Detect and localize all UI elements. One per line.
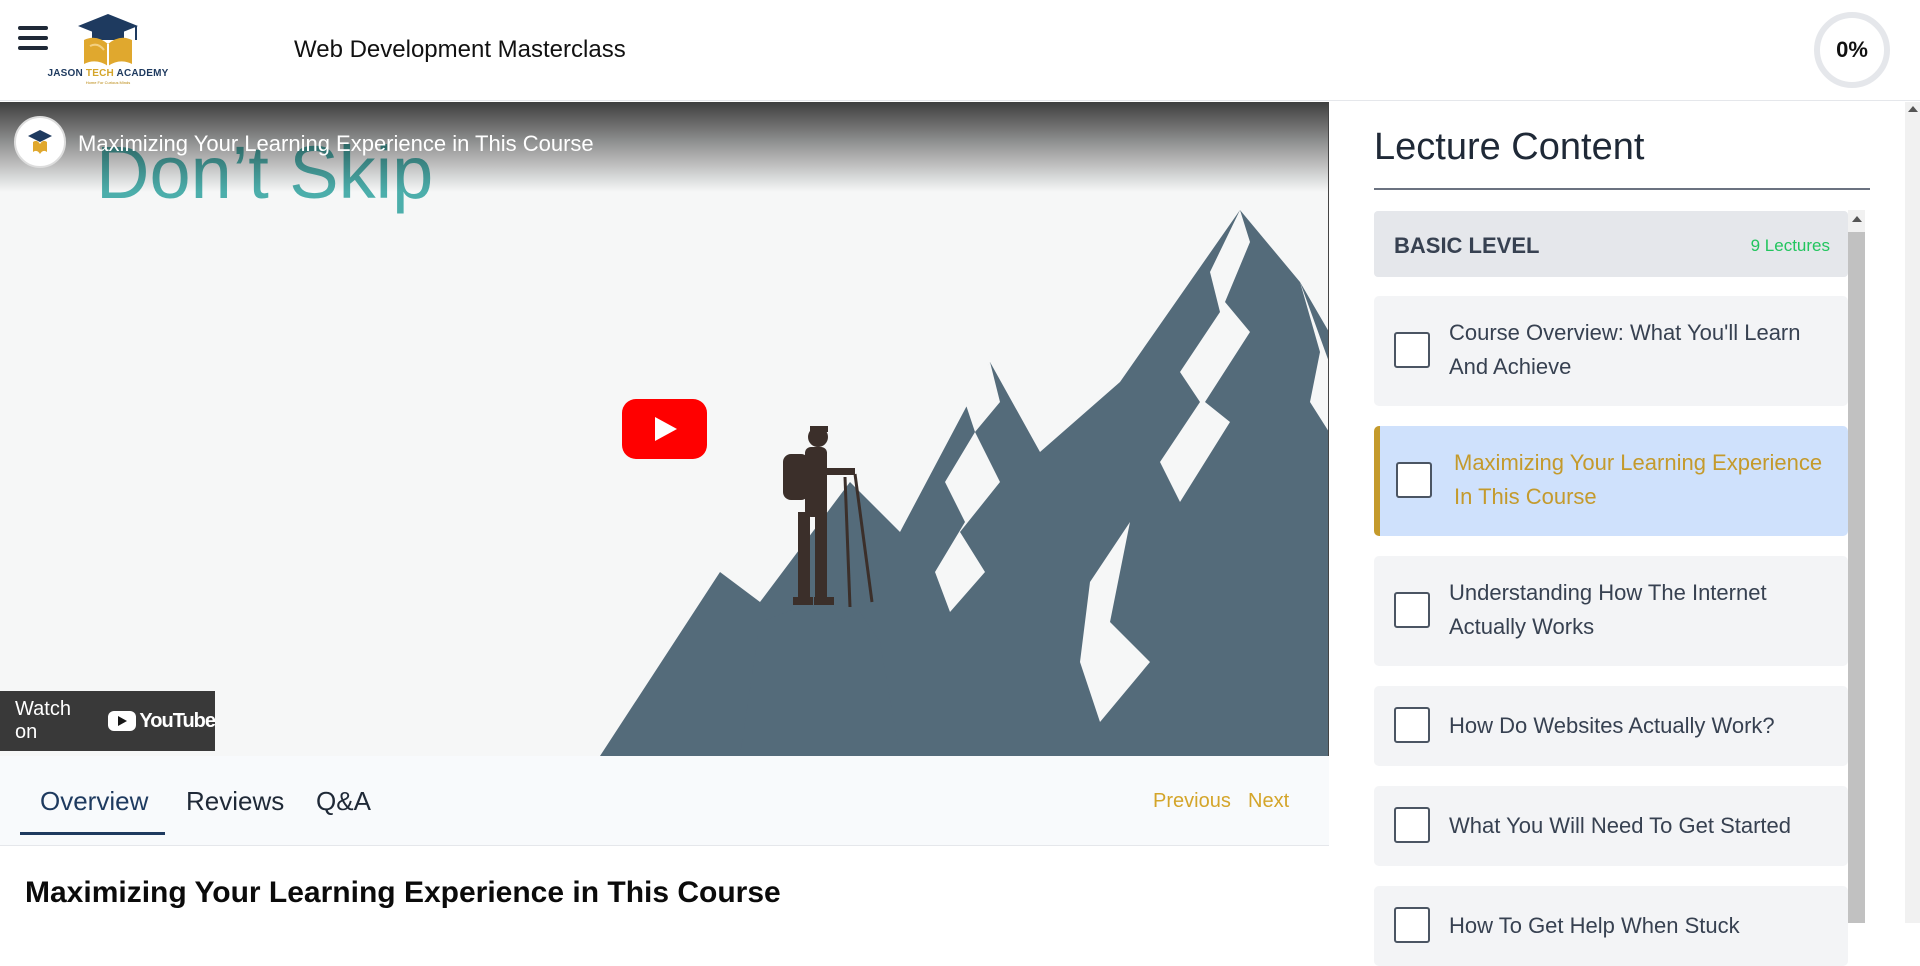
- previous-lecture-link[interactable]: Previous: [1153, 790, 1231, 813]
- graduation-cap-icon: [28, 130, 52, 154]
- academy-logo[interactable]: JASON TECH ACADEMY Home For Curious Mind…: [46, 10, 170, 86]
- lecture-item[interactable]: How To Get Help When Stuck: [1374, 886, 1848, 966]
- video-player[interactable]: Don’t Skip Maximizing: [0, 102, 1329, 756]
- lecture-list-scrollbar[interactable]: [1848, 210, 1865, 923]
- lecture-checkbox[interactable]: [1394, 707, 1430, 743]
- lecture-title: What You Will Need To Get Started: [1449, 813, 1791, 838]
- section-lecture-count: 9 Lectures: [1750, 236, 1830, 255]
- tab-overview[interactable]: Overview: [40, 786, 148, 817]
- graduation-cap-icon: [78, 14, 138, 66]
- lecture-checkbox[interactable]: [1396, 462, 1432, 498]
- lecture-item[interactable]: Understanding How The Internet Actually …: [1374, 556, 1848, 666]
- watch-on-youtube-button[interactable]: Watch on YouTube: [0, 691, 216, 751]
- lecture-item[interactable]: Course Overview: What You'll Learn And A…: [1374, 296, 1848, 406]
- scroll-up-arrow-icon[interactable]: [1908, 106, 1918, 112]
- lecture-content-sidebar: Lecture Content BASIC LEVEL 9 Lectures C…: [1344, 102, 1920, 966]
- youtube-logo-icon: YouTube: [108, 710, 216, 733]
- lecture-item-active[interactable]: Maximizing Your Learning Experience In T…: [1374, 426, 1848, 536]
- tab-qa[interactable]: Q&A: [316, 786, 371, 817]
- progress-indicator: 0%: [1814, 12, 1890, 88]
- active-tab-indicator: [20, 832, 165, 835]
- next-lecture-link[interactable]: Next: [1248, 790, 1289, 813]
- lecture-title-heading: Maximizing Your Learning Experience in T…: [25, 876, 781, 909]
- scrollbar-thumb[interactable]: [1848, 232, 1865, 923]
- scroll-up-arrow-icon[interactable]: [1852, 216, 1862, 222]
- lecture-checkbox[interactable]: [1394, 592, 1430, 628]
- lecture-checkbox[interactable]: [1394, 907, 1430, 943]
- lecture-item[interactable]: What You Will Need To Get Started: [1374, 786, 1848, 866]
- watch-on-label: Watch on: [15, 698, 71, 743]
- lecture-title: How To Get Help When Stuck: [1449, 913, 1740, 938]
- lecture-checkbox[interactable]: [1394, 332, 1430, 368]
- section-header-basic-level[interactable]: BASIC LEVEL 9 Lectures: [1374, 211, 1848, 277]
- logo-tagline: Home For Curious Minds: [85, 80, 131, 85]
- lecture-item[interactable]: How Do Websites Actually Work?: [1374, 686, 1848, 766]
- video-title[interactable]: Maximizing Your Learning Experience in T…: [78, 131, 594, 157]
- sidebar-scrollbar[interactable]: [1905, 102, 1920, 923]
- lecture-title: How Do Websites Actually Work?: [1449, 713, 1775, 738]
- lecture-title: Course Overview: What You'll Learn And A…: [1449, 320, 1801, 379]
- section-name: BASIC LEVEL: [1394, 233, 1540, 258]
- lecture-title: Understanding How The Internet Actually …: [1449, 580, 1767, 639]
- sidebar-divider: [1374, 188, 1870, 190]
- sidebar-title: Lecture Content: [1374, 126, 1645, 168]
- play-button[interactable]: [622, 399, 707, 459]
- course-title: Web Development Masterclass: [294, 36, 626, 63]
- lecture-tabs-bar: Overview Reviews Q&A Previous Next: [0, 756, 1329, 846]
- top-header: JASON TECH ACADEMY Home For Curious Mind…: [0, 0, 1920, 101]
- logo-wordmark: JASON TECH ACADEMY: [47, 68, 169, 79]
- menu-icon[interactable]: [18, 26, 48, 52]
- tab-reviews[interactable]: Reviews: [186, 786, 284, 817]
- lecture-title: Maximizing Your Learning Experience In T…: [1454, 450, 1823, 509]
- channel-avatar[interactable]: [14, 116, 66, 168]
- lecture-checkbox[interactable]: [1394, 807, 1430, 843]
